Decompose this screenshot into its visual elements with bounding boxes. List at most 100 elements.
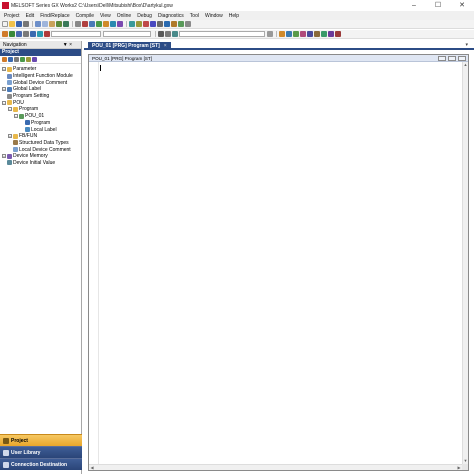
properties-icon[interactable] (8, 57, 13, 62)
scroll-left-icon[interactable]: ◀ (89, 465, 95, 470)
align-icon[interactable] (158, 31, 164, 37)
watch-icon[interactable] (157, 21, 163, 27)
tree-node[interactable]: − POU (0, 99, 81, 106)
next-bookmark-icon[interactable] (286, 31, 292, 37)
expand-icon[interactable]: + (2, 67, 6, 72)
sfc-icon[interactable] (16, 31, 22, 37)
compile-icon[interactable] (89, 21, 95, 27)
zoom-icon[interactable] (178, 21, 184, 27)
tree-node[interactable]: Local Device Comment (0, 146, 81, 153)
editor-minimize-button[interactable] (438, 56, 446, 61)
tab-connection-destination[interactable]: Connection Destination (0, 458, 82, 470)
tree-node[interactable]: + FB/FUN (0, 133, 81, 140)
tab-project[interactable]: Project (0, 434, 82, 446)
tree-node[interactable]: − POU_01 (0, 113, 81, 120)
open-icon[interactable] (9, 21, 15, 27)
vertical-scrollbar[interactable]: ▲ ▼ (462, 62, 468, 464)
device-list-icon[interactable] (171, 21, 177, 27)
tree-node[interactable]: + Global Label (0, 86, 81, 93)
write-plc-icon[interactable] (103, 21, 109, 27)
cut-icon[interactable] (35, 21, 41, 27)
menu-diagnostics[interactable]: Diagnostics (158, 13, 184, 19)
print-icon[interactable] (23, 21, 29, 27)
copy-icon[interactable] (42, 21, 48, 27)
sort-icon[interactable] (26, 57, 31, 62)
maximize-button[interactable]: ☐ (426, 0, 450, 11)
filter-icon[interactable] (32, 57, 37, 62)
paste-icon[interactable] (49, 21, 55, 27)
editor-close-button[interactable] (458, 56, 466, 61)
scroll-up-icon[interactable]: ▲ (463, 62, 468, 68)
bookmark-icon[interactable] (279, 31, 285, 37)
delete-icon[interactable] (14, 57, 19, 62)
st-icon[interactable] (9, 31, 15, 37)
zoom-in-icon[interactable] (321, 31, 327, 37)
prev-bookmark-icon[interactable] (293, 31, 299, 37)
structure-icon[interactable] (37, 31, 43, 37)
tree-node[interactable]: + Device Memory (0, 153, 81, 160)
tree-node[interactable]: − Program (0, 106, 81, 113)
cross-reference-icon[interactable] (164, 21, 170, 27)
menu-help[interactable]: Help (229, 13, 239, 19)
device-batch-icon[interactable] (150, 21, 156, 27)
collapse-icon[interactable]: − (14, 114, 18, 119)
menu-view[interactable]: View (100, 13, 111, 19)
monitor-stop-icon[interactable] (136, 21, 142, 27)
monitor-icon[interactable] (129, 21, 135, 27)
device-combo[interactable] (51, 31, 101, 37)
tree-node[interactable]: + Parameter (0, 66, 81, 73)
template-icon[interactable] (300, 31, 306, 37)
build-icon[interactable] (96, 21, 102, 27)
menu-debug[interactable]: Debug (137, 13, 152, 19)
comment-out-icon[interactable] (172, 31, 178, 37)
pin-icon[interactable]: ▼ × (63, 41, 72, 49)
breakpoint-icon[interactable] (44, 31, 50, 37)
search-icon[interactable] (267, 31, 273, 37)
function-insert-icon[interactable] (314, 31, 320, 37)
tree-node[interactable]: Device Initial Value (0, 160, 81, 167)
minimize-button[interactable]: – (402, 0, 426, 11)
zoom-out-icon[interactable] (328, 31, 334, 37)
horizontal-scrollbar[interactable]: ◀ ▶ (89, 464, 462, 470)
simulation-icon[interactable] (143, 21, 149, 27)
redo-icon[interactable] (63, 21, 69, 27)
tree-node[interactable]: Structured Data Types (0, 140, 81, 147)
expand-icon[interactable]: + (2, 87, 6, 92)
mode-combo[interactable] (103, 31, 151, 37)
tab-list-dropdown-icon[interactable]: ▾ (465, 42, 468, 48)
tree-node[interactable]: Intelligent Function Module (0, 73, 81, 80)
document-tab-pou01[interactable]: POU_01 [PRG] Program [ST] × (88, 42, 171, 50)
menu-window[interactable]: Window (205, 13, 223, 19)
new-data-icon[interactable] (2, 57, 7, 62)
resize-grip[interactable] (462, 464, 468, 470)
new-icon[interactable] (2, 21, 8, 27)
collapse-icon[interactable]: − (2, 100, 6, 105)
save-icon[interactable] (16, 21, 22, 27)
open-data-icon[interactable] (20, 57, 25, 62)
tab-close-icon[interactable]: × (164, 42, 167, 50)
fbd-icon[interactable] (23, 31, 29, 37)
tree-node[interactable]: Local Label (0, 126, 81, 133)
indent-icon[interactable] (165, 31, 171, 37)
find-icon[interactable] (75, 21, 81, 27)
search-combo[interactable] (179, 31, 265, 37)
label-edit-icon[interactable] (30, 31, 36, 37)
menu-edit[interactable]: Edit (26, 13, 35, 19)
collapse-icon[interactable]: − (8, 107, 12, 112)
undo-icon[interactable] (56, 21, 62, 27)
tree-node[interactable]: Program Setting (0, 93, 81, 100)
replace-icon[interactable] (82, 21, 88, 27)
tab-user-library[interactable]: User Library (0, 446, 82, 458)
st-code-editor[interactable] (89, 62, 462, 464)
tree-node[interactable]: Global Device Comment (0, 79, 81, 86)
menu-online[interactable]: Online (117, 13, 131, 19)
help-icon[interactable] (335, 31, 341, 37)
tree-node[interactable]: Program (0, 120, 81, 127)
ladder-icon[interactable] (2, 31, 8, 37)
close-button[interactable]: ✕ (450, 0, 474, 11)
menu-compile[interactable]: Compile (76, 13, 94, 19)
editor-restore-button[interactable] (448, 56, 456, 61)
menu-find-replace[interactable]: Find/Replace (40, 13, 69, 19)
verify-icon[interactable] (117, 21, 123, 27)
expand-icon[interactable]: + (2, 154, 6, 159)
